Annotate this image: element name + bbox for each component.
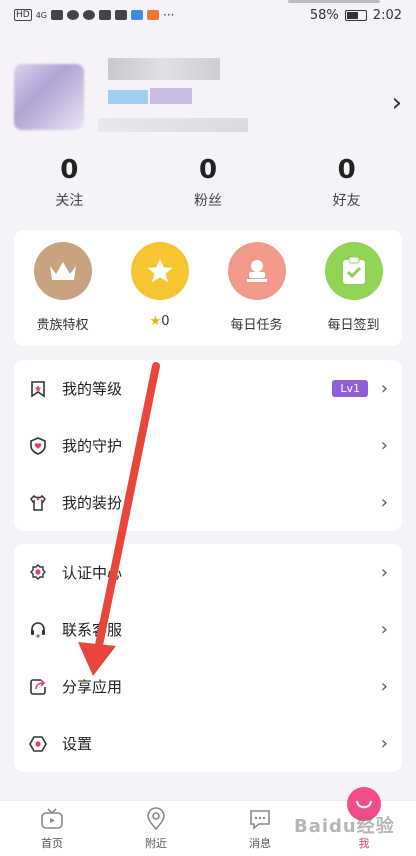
stat-label: 粉丝 xyxy=(194,193,222,209)
stat-friends[interactable]: 0 好友 xyxy=(277,154,416,214)
settings-hexagon-icon xyxy=(28,734,48,754)
star-icon: ★ xyxy=(149,314,162,329)
clock: 2:02 xyxy=(372,7,402,23)
signal-icon xyxy=(51,10,63,20)
menu-item-support[interactable]: 联系客服 › xyxy=(14,601,402,658)
stat-label: 关注 xyxy=(55,193,84,209)
chevron-right-icon: › xyxy=(380,562,388,583)
chevron-right-icon: › xyxy=(380,435,388,456)
stat-fans[interactable]: 0 粉丝 xyxy=(139,154,278,214)
feature-grid: 贵族特权 ★0 每日任务 每日签到 xyxy=(14,230,402,346)
app-notify-icon xyxy=(131,10,143,20)
grid-item-daily-task[interactable]: 每日任务 xyxy=(217,242,297,346)
share-icon xyxy=(28,677,48,697)
level-badge: Lv1 xyxy=(332,380,368,397)
video-notify-icon xyxy=(147,10,159,20)
battery-icon xyxy=(344,9,367,21)
status-bar: HD 4G ··· 58% 2:02 xyxy=(0,0,416,30)
watermark: Baidu经验 xyxy=(294,816,395,837)
star-icon xyxy=(130,242,189,300)
user-tag-blurred xyxy=(150,88,192,104)
grid-item-stars[interactable]: ★0 xyxy=(120,242,200,346)
chevron-right-icon: › xyxy=(380,676,388,697)
stamp-icon xyxy=(227,242,286,300)
chevron-right-icon: › xyxy=(380,492,388,513)
stat-value: 0 xyxy=(198,155,218,185)
clipboard-check-icon xyxy=(324,242,383,300)
user-id-blurred xyxy=(98,118,248,132)
menu-item-settings[interactable]: 设置 › xyxy=(14,715,402,772)
menu-group-account: 我的等级 Lv1 › 我的守护 › 我的装扮 › xyxy=(14,360,402,531)
badge-icon xyxy=(28,563,48,583)
grid-item-daily-checkin[interactable]: 每日签到 xyxy=(314,242,394,346)
menu-group-general: 认证中心 › 联系客服 › 分享应用 › 设置 › xyxy=(14,544,402,772)
profile-header[interactable]: › xyxy=(0,40,416,150)
status-left: HD 4G ··· xyxy=(14,8,174,22)
grid-label: 每日任务 xyxy=(230,318,283,333)
signal-label: 4G xyxy=(35,10,47,20)
battery-percent: 58% xyxy=(309,7,339,23)
stat-label: 好友 xyxy=(332,193,361,209)
menu-item-share-app[interactable]: 分享应用 › xyxy=(14,658,402,715)
chevron-right-icon: › xyxy=(380,378,388,399)
menu-label: 认证中心 xyxy=(62,564,123,582)
user-tag-blurred xyxy=(108,90,148,104)
tv-icon xyxy=(0,807,104,831)
crown-icon xyxy=(33,242,92,300)
menu-item-level[interactable]: 我的等级 Lv1 › xyxy=(14,360,402,417)
menu-label: 联系客服 xyxy=(62,621,123,639)
grid-item-noble[interactable]: 贵族特权 xyxy=(23,242,103,346)
avatar[interactable] xyxy=(14,64,84,130)
more-notify: ··· xyxy=(163,8,175,22)
star-count: 0 xyxy=(161,314,170,329)
nav-tab-home[interactable]: 首页 xyxy=(0,801,104,856)
menu-item-certification[interactable]: 认证中心 › xyxy=(14,544,402,601)
wifi-icon xyxy=(67,10,79,20)
shield-heart-icon xyxy=(28,436,48,456)
stat-following[interactable]: 0 关注 xyxy=(0,154,139,214)
stat-value: 0 xyxy=(337,155,356,185)
menu-label: 我的等级 xyxy=(62,380,123,398)
chevron-right-icon: › xyxy=(380,619,388,640)
location-pin-icon xyxy=(104,807,208,831)
menu-item-guard[interactable]: 我的守护 › xyxy=(14,417,402,474)
menu-label: 我的装扮 xyxy=(62,494,123,512)
menu-label: 分享应用 xyxy=(62,678,123,696)
network-label: HD xyxy=(14,9,32,21)
star-bookmark-icon xyxy=(28,379,48,399)
status-right: 58% 2:02 xyxy=(310,8,402,23)
grid-label: 每日签到 xyxy=(327,318,380,333)
nav-tab-nearby[interactable]: 附近 xyxy=(104,801,208,856)
chevron-right-icon[interactable]: › xyxy=(392,88,402,118)
grid-label: ★0 xyxy=(120,314,200,329)
nav-label: 附近 xyxy=(145,837,167,850)
menu-label: 我的守护 xyxy=(62,437,123,455)
headset-icon xyxy=(28,620,48,640)
username-blurred xyxy=(108,58,220,80)
chat-notify-icon xyxy=(83,10,95,20)
shield-notify-icon xyxy=(115,10,127,20)
shirt-icon xyxy=(28,493,48,513)
nav-label: 首页 xyxy=(41,837,63,850)
stats-row: 0 关注 0 粉丝 0 好友 xyxy=(0,154,416,214)
stat-value: 0 xyxy=(60,155,79,185)
menu-item-outfit[interactable]: 我的装扮 › xyxy=(14,474,402,531)
penguin-icon xyxy=(99,10,111,20)
notch-line xyxy=(288,0,380,3)
menu-label: 设置 xyxy=(62,735,93,753)
grid-label: 贵族特权 xyxy=(36,318,89,333)
chevron-right-icon: › xyxy=(380,733,388,754)
